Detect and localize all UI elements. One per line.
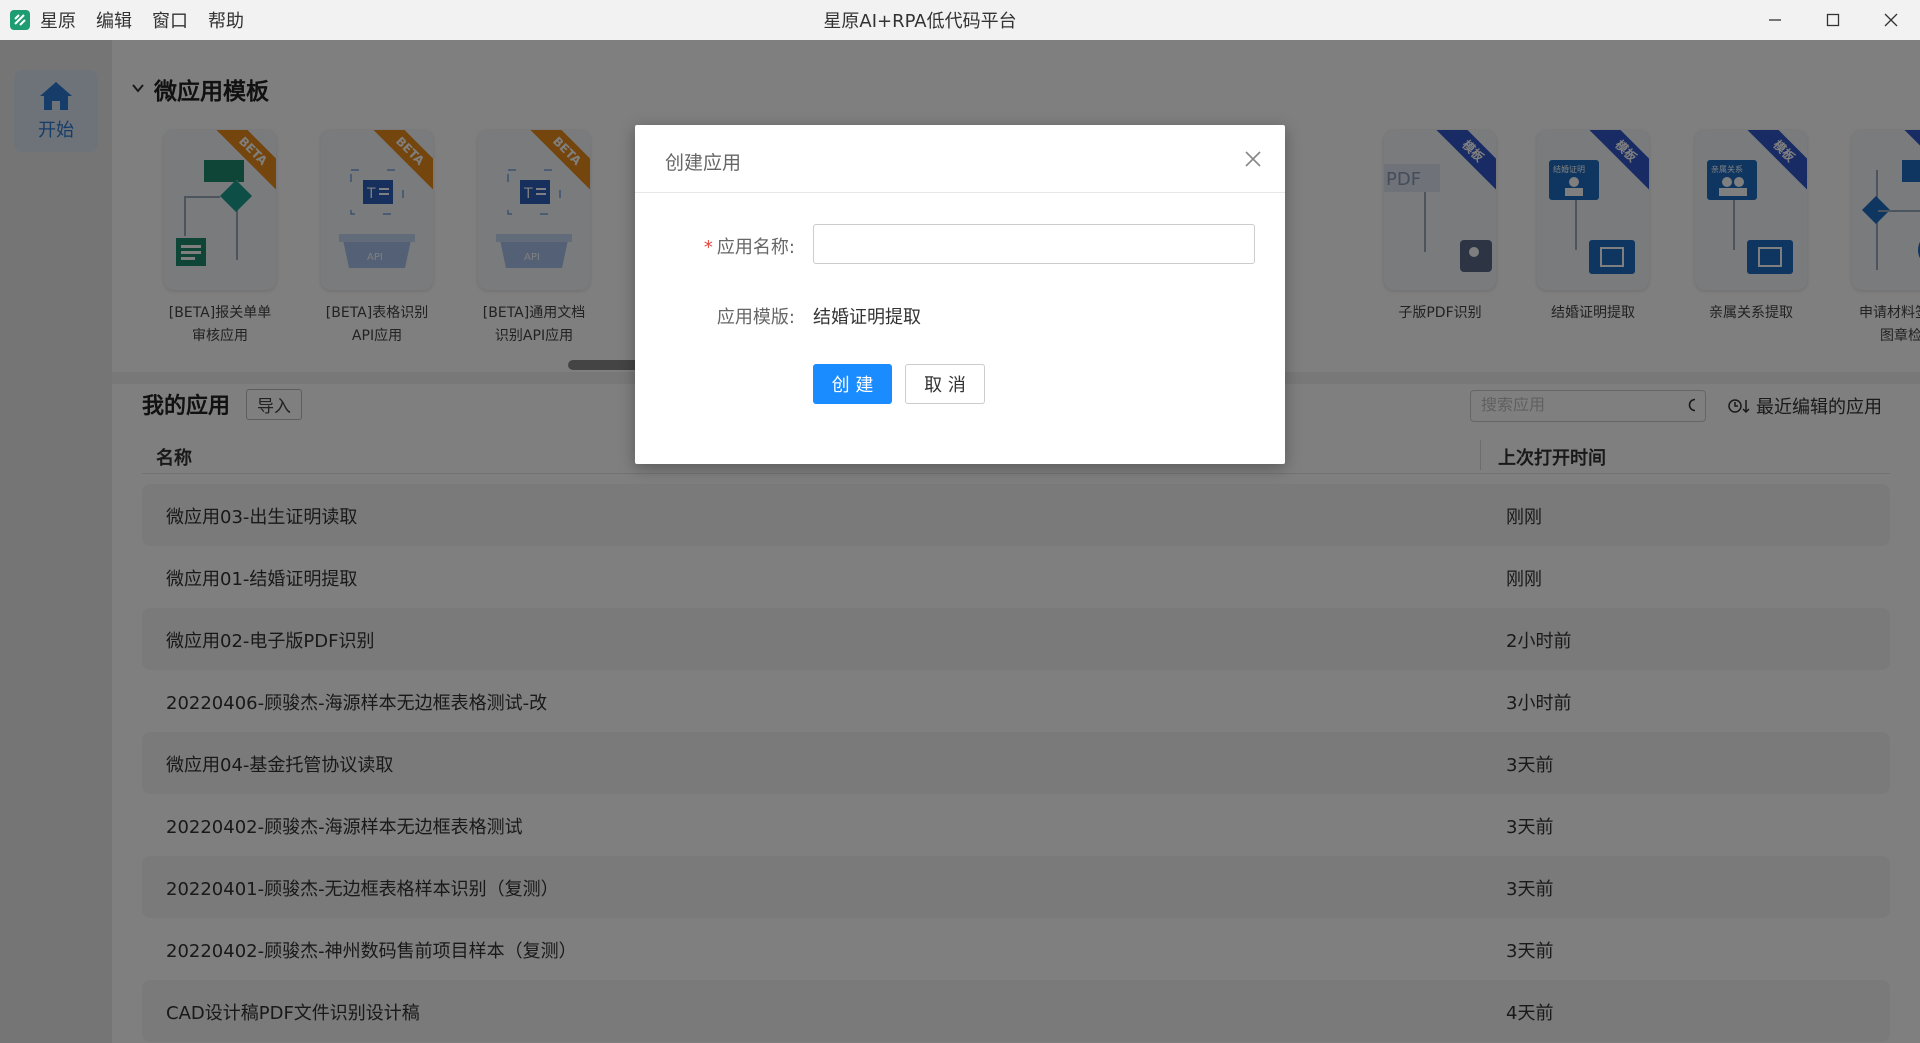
dialog-header: 创建应用 — [635, 125, 1285, 193]
menu-window[interactable]: 窗口 — [152, 7, 188, 33]
app-name-input[interactable] — [813, 224, 1255, 264]
maximize-icon — [1826, 13, 1840, 27]
menu-xingyuan[interactable]: 星原 — [40, 7, 76, 33]
required-mark: * — [703, 237, 713, 258]
app-name-label: * 应用名称: — [703, 237, 795, 258]
app-template-value: 结婚证明提取 — [813, 307, 921, 328]
close-window-button[interactable] — [1862, 0, 1920, 40]
cancel-button[interactable]: 取 消 — [905, 364, 985, 404]
close-icon — [1245, 151, 1261, 167]
close-icon — [1884, 13, 1898, 27]
menu-edit[interactable]: 编辑 — [96, 7, 132, 33]
create-button[interactable]: 创 建 — [813, 364, 892, 404]
create-app-dialog: 创建应用 * 应用名称: 应用模版: 结婚证明提取 创 建 取 消 — [635, 125, 1285, 464]
dialog-close-button[interactable] — [1239, 145, 1267, 173]
dialog-title: 创建应用 — [665, 152, 742, 174]
minimize-icon — [1769, 19, 1781, 21]
title-bar: 星原 编辑 窗口 帮助 星原AI+RPA低代码平台 — [0, 0, 1920, 40]
app-template-label: 应用模版: — [716, 307, 795, 328]
app-logo-icon — [10, 10, 30, 30]
menu-bar: 星原 编辑 窗口 帮助 — [40, 7, 264, 33]
minimize-button[interactable] — [1746, 0, 1804, 40]
window-controls — [1746, 0, 1920, 40]
window-title: 星原AI+RPA低代码平台 — [823, 11, 1017, 32]
maximize-button[interactable] — [1804, 0, 1862, 40]
menu-help[interactable]: 帮助 — [208, 7, 244, 33]
